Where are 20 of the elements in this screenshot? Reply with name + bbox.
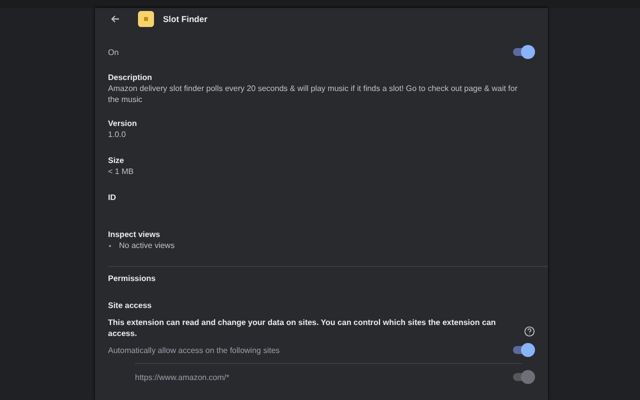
field-value: Amazon delivery slot finder polls every 20 seconds & will play music if it finds a slot! Go to check out page & wait for the music: [108, 83, 519, 105]
extension-title: Slot Finder: [163, 14, 208, 24]
view-text: No active views: [119, 240, 175, 251]
section-heading: Site access: [108, 300, 153, 311]
auto-allow-label: Automatically allow access on the following sites: [108, 346, 280, 354]
toggle-switch[interactable]: [513, 45, 535, 59]
help-icon[interactable]: [524, 326, 535, 336]
field-value: 1.0.0: [108, 129, 127, 140]
toggle-switch[interactable]: [513, 343, 535, 357]
site-url: https://www.amazon.com/*: [135, 372, 230, 382]
field-label: ID: [108, 192, 117, 203]
field-label: Version: [108, 118, 138, 129]
field-label: Size: [108, 155, 126, 166]
back-arrow-icon[interactable]: [110, 14, 120, 24]
field-label: Inspect views: [108, 229, 162, 240]
site-access-description: This extension can read and change your data on sites. You can control which sites the extension can access.: [108, 317, 497, 339]
enabled-label: On: [108, 46, 119, 58]
field-label: Description: [108, 72, 154, 83]
section-heading: Permissions: [108, 273, 157, 284]
field-value: < 1 MB: [108, 166, 135, 177]
